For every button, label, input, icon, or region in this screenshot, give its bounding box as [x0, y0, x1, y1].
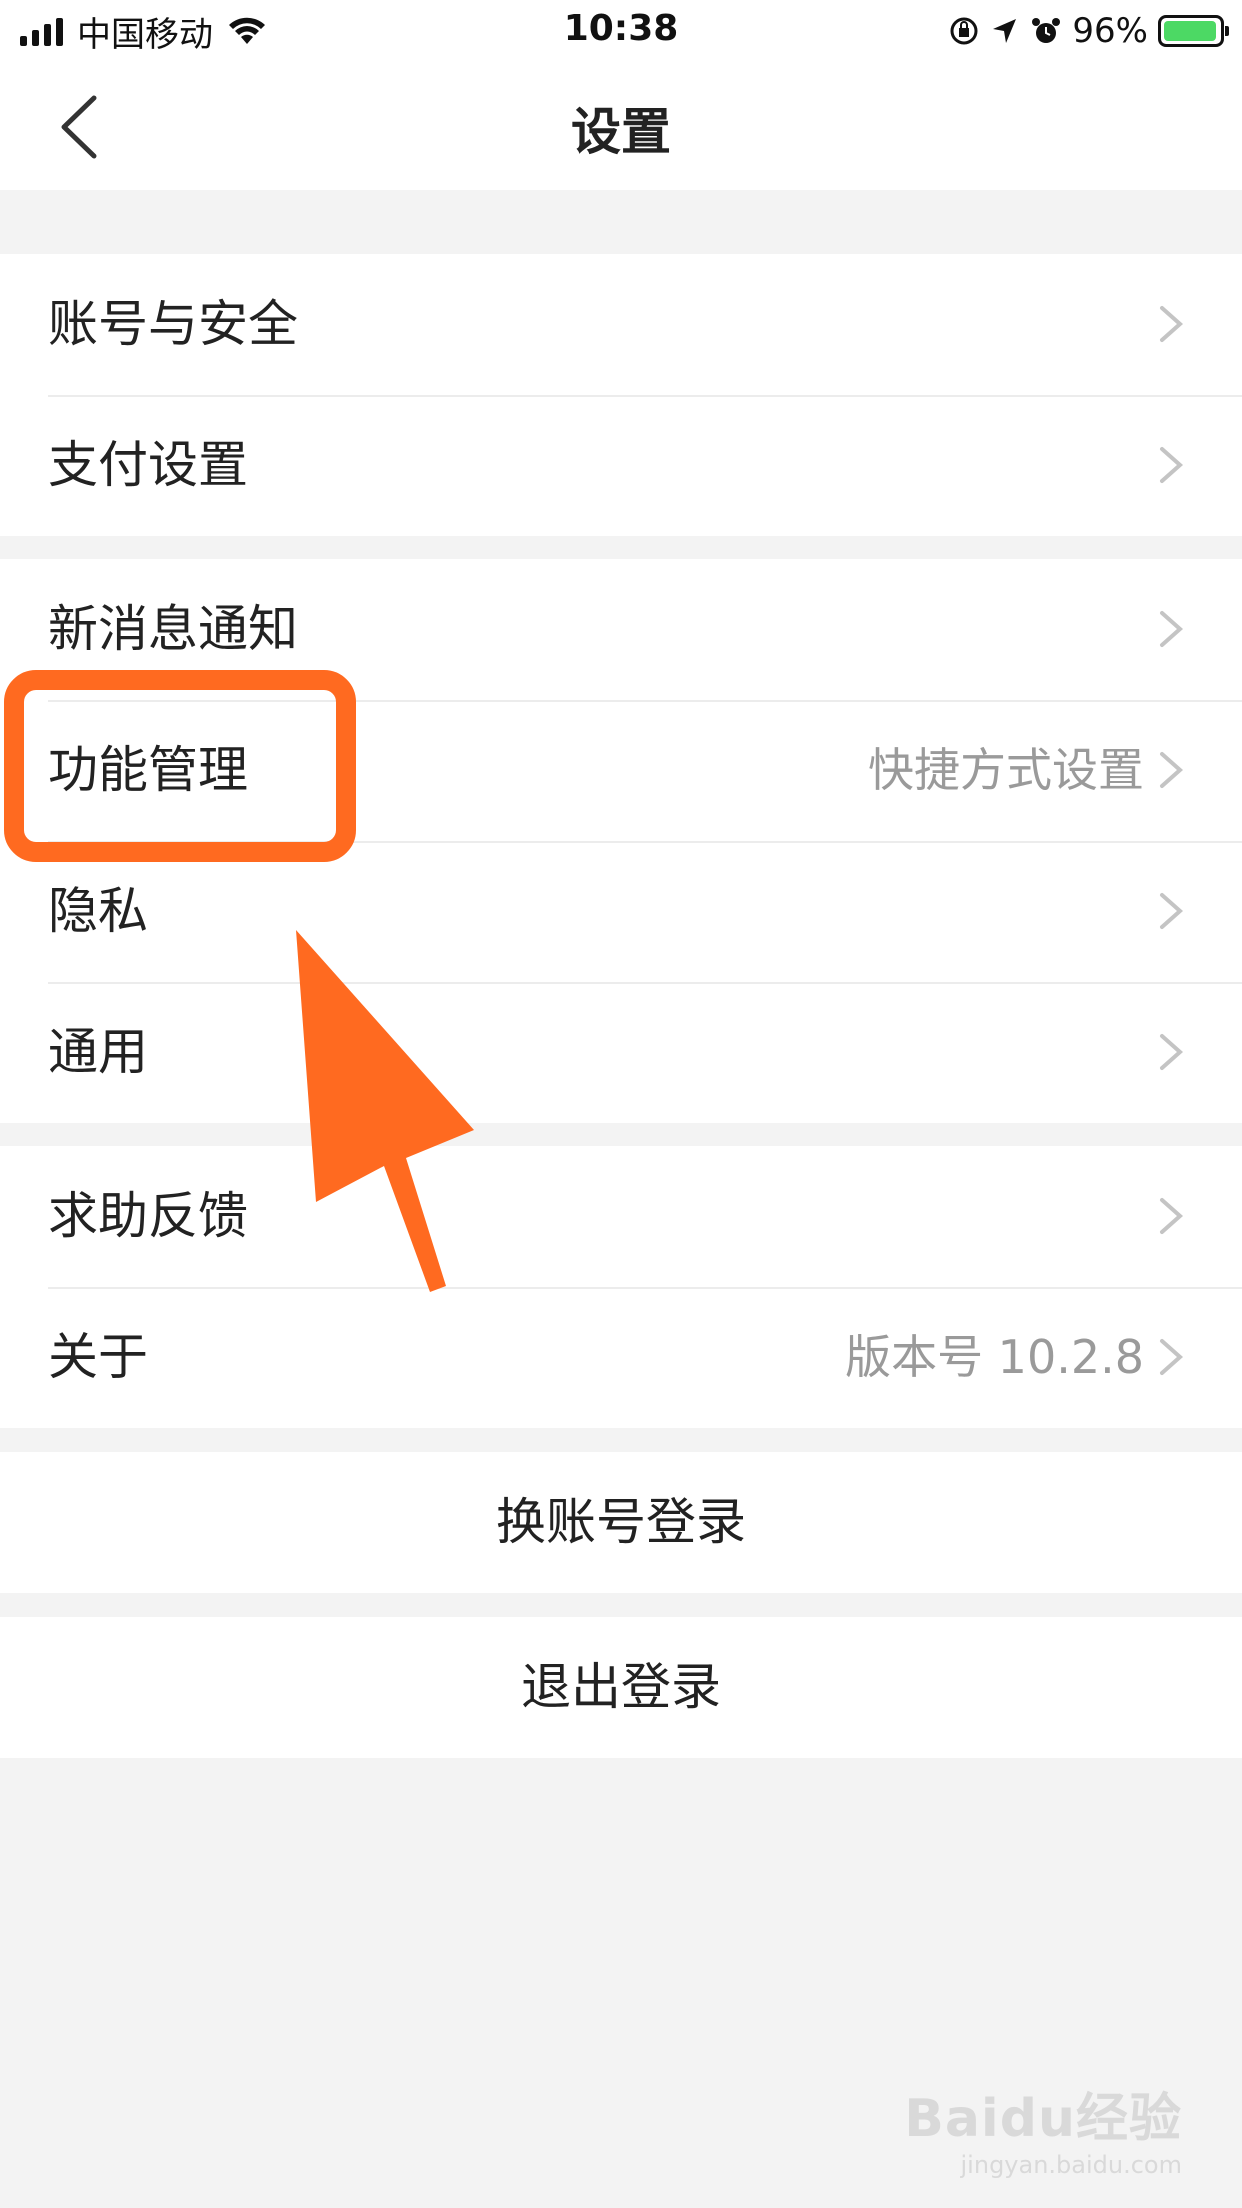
location-icon [993, 19, 1017, 43]
chevron-right-icon [1160, 1339, 1184, 1375]
battery-icon [1158, 15, 1229, 47]
chevron-right-icon [1160, 306, 1184, 342]
settings-row-privacy[interactable]: 隐私 [0, 841, 1242, 982]
battery-percent: 96% [1072, 11, 1148, 51]
settings-group-account: 账号与安全 支付设置 [0, 254, 1242, 536]
settings-row-account-security[interactable]: 账号与安全 [0, 254, 1242, 395]
row-label: 求助反馈 [48, 1187, 248, 1245]
chevron-right-icon [1160, 1034, 1184, 1070]
chevron-right-icon [1160, 893, 1184, 929]
settings-row-payment[interactable]: 支付设置 [0, 395, 1242, 536]
highlight-box [4, 670, 356, 862]
row-label: 通用 [48, 1023, 148, 1081]
chevron-right-icon [1160, 447, 1184, 483]
row-label: 支付设置 [48, 436, 248, 494]
chevron-right-icon [1160, 611, 1184, 647]
rotation-lock-icon [950, 17, 978, 45]
settings-row-general[interactable]: 通用 [0, 982, 1242, 1123]
logout-button[interactable]: 退出登录 [0, 1617, 1242, 1758]
alarm-icon [1032, 18, 1061, 43]
settings-row-feedback[interactable]: 求助反馈 [0, 1146, 1242, 1287]
navigation-bar: 设置 [0, 62, 1242, 190]
status-bar: 中国移动 10:38 96% [0, 0, 1242, 62]
row-label: 关于 [48, 1328, 148, 1386]
chevron-right-icon [1160, 752, 1184, 788]
row-label: 账号与安全 [48, 295, 298, 353]
chevron-right-icon [1160, 1198, 1184, 1234]
page-title: 设置 [571, 103, 671, 161]
switch-account-button[interactable]: 换账号登录 [0, 1452, 1242, 1593]
version-value: 版本号 10.2.8 [845, 1330, 1144, 1384]
row-value: 快捷方式设置 [868, 743, 1144, 797]
row-label: 隐私 [48, 882, 148, 940]
settings-row-about[interactable]: 关于 版本号 10.2.8 [0, 1287, 1242, 1428]
watermark-logo: Baidu经验 [904, 2089, 1182, 2149]
watermark-url: jingyan.baidu.com [960, 2151, 1182, 2179]
pointer-arrow-icon [296, 930, 474, 1292]
watermark: Baidu经验 jingyan.baidu.com [904, 2076, 1182, 2179]
settings-group-help: 求助反馈 关于 版本号 10.2.8 [0, 1146, 1242, 1428]
